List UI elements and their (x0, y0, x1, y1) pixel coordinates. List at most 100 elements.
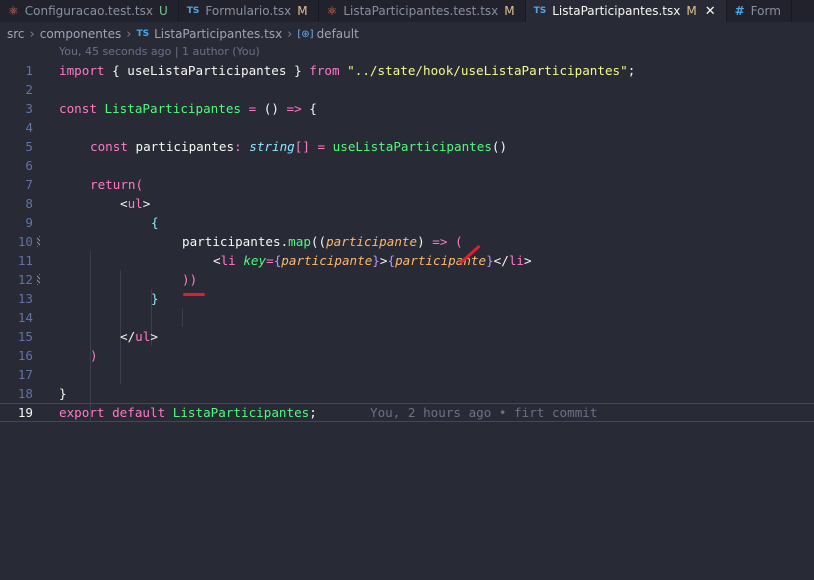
punctuation: ; (309, 405, 317, 420)
punctuation: > (142, 196, 151, 211)
punctuation: [] (294, 139, 310, 154)
identifier: useListaParticipantes (127, 63, 287, 78)
code-line: 18} (0, 384, 814, 403)
tab-form[interactable]: # Form (727, 0, 792, 22)
git-status-badge: M (686, 4, 697, 18)
line-number: 19 (17, 405, 33, 420)
punctuation: )) (182, 272, 198, 287)
react-icon: ⚛ (326, 4, 338, 18)
line-number: 16 (17, 348, 33, 363)
jsx-tag: li (220, 253, 236, 268)
line-number: 18 (17, 386, 33, 401)
code-line: 6 (0, 156, 814, 175)
punctuation: { (104, 63, 128, 78)
line-number: 2 (25, 82, 33, 97)
jsx-tag: ul (135, 329, 151, 344)
react-icon: ⚛ (8, 4, 19, 18)
line-number: 1 (25, 63, 33, 78)
punctuation: </ (120, 329, 136, 344)
identifier: participantes (182, 234, 281, 249)
component-name: ListaParticipantes (96, 101, 241, 116)
git-status-badge: M (297, 4, 308, 18)
operator: = (309, 139, 333, 154)
tab-lista-participantes[interactable]: TS ListaParticipantes.tsx M ✕ (525, 0, 727, 22)
tab-label: ListaParticipantes.tsx (552, 4, 681, 18)
punctuation: ) (417, 234, 425, 249)
tab-label: ListaParticipantes.test.tsx (343, 4, 499, 18)
jsx-tag: li (508, 253, 525, 268)
line-number: 4 (25, 120, 33, 135)
parameter: participante (395, 253, 487, 268)
annotation-underline (183, 293, 205, 296)
punctuation: } (286, 63, 310, 78)
line-number: 12 (17, 272, 33, 287)
code-line: 12)) (0, 270, 814, 289)
punctuation: } (59, 386, 67, 401)
code-line: 8 <ul> (0, 194, 814, 213)
modified-line-gutter (37, 274, 40, 285)
typescript-icon: TS (136, 29, 150, 39)
code-line: 17 (0, 365, 814, 384)
operator: = (266, 253, 274, 268)
string-literal: "../state/hook/useListaParticipantes" (339, 63, 628, 78)
close-icon[interactable]: ✕ (705, 4, 716, 19)
line-number: 15 (17, 329, 33, 344)
breadcrumb: src › componentes › TS ListaParticipante… (0, 24, 814, 44)
code-line: 14 (0, 308, 814, 327)
line-number: 13 (17, 291, 33, 306)
code-line: 9{ (0, 213, 814, 232)
punctuation: { (151, 215, 159, 230)
symbol-variable-icon: [⊛] (297, 28, 314, 40)
code-line: 4 (0, 118, 814, 137)
inline-blame: You, 2 hours ago • firt commit (370, 405, 598, 420)
operator: = (240, 101, 264, 116)
type-annotation: string (249, 139, 295, 154)
code-line: 15 </ul> (0, 327, 814, 346)
code-editor[interactable]: 1 import { useListaParticipantes } from "… (0, 61, 814, 422)
function-call: useListaParticipantes (332, 139, 492, 154)
code-line: 3 const ListaParticipantes = () => { (0, 99, 814, 118)
editor-tab-bar: ⚛ Configuracao.test.tsx U TS Formulario.… (0, 0, 814, 22)
modified-line-gutter (37, 236, 40, 247)
css-icon: # (734, 4, 745, 18)
line-number: 17 (17, 367, 33, 382)
punctuation: () (263, 101, 279, 116)
breadcrumb-file[interactable]: ListaParticipantes.tsx (154, 27, 282, 41)
keyword: const (59, 101, 97, 116)
jsx-attribute: key (235, 253, 267, 268)
keyword: return (90, 177, 136, 192)
line-number: 9 (25, 215, 33, 230)
component-name: ListaParticipantes (165, 405, 310, 420)
code-line: 13} (0, 289, 814, 308)
line-number: 6 (25, 158, 33, 173)
breadcrumb-folder[interactable]: componentes (40, 27, 122, 41)
line-number: 3 (25, 101, 33, 116)
code-line: 11 <li key={participante}>{participante}<… (0, 251, 814, 270)
arrow-operator: => (278, 101, 302, 116)
tab-label: Form (750, 4, 781, 18)
chevron-right-icon: › (29, 26, 35, 42)
punctuation: </ (493, 253, 509, 268)
tab-label: Configuracao.test.tsx (24, 4, 153, 18)
git-blame-codelens[interactable]: You, 45 seconds ago | 1 author (You) (59, 45, 260, 58)
chevron-right-icon: › (126, 26, 132, 42)
breadcrumb-src[interactable]: src (7, 27, 25, 41)
breadcrumb-symbol[interactable]: default (317, 27, 359, 41)
punctuation: < (213, 253, 221, 268)
parameter: participante (326, 234, 418, 249)
keyword: export (59, 405, 105, 420)
tab-configuracao-test[interactable]: ⚛ Configuracao.test.tsx U (0, 0, 179, 22)
punctuation: } (372, 253, 380, 268)
parameter: participante (281, 253, 373, 268)
punctuation: (( (310, 234, 327, 249)
keyword: from (309, 63, 340, 78)
tab-formulario[interactable]: TS Formulario.tsx M (179, 0, 319, 22)
code-line: 5 const participantes: string[] = useList… (0, 137, 814, 156)
code-line: 16) (0, 346, 814, 365)
tab-lista-participantes-test[interactable]: ⚛ ListaParticipantes.test.tsx M (319, 0, 526, 22)
code-line: 7 return( (0, 175, 814, 194)
typescript-icon: TS (186, 6, 200, 16)
keyword: const (90, 139, 128, 154)
punctuation: ) (90, 348, 98, 363)
keyword: import (59, 63, 105, 78)
